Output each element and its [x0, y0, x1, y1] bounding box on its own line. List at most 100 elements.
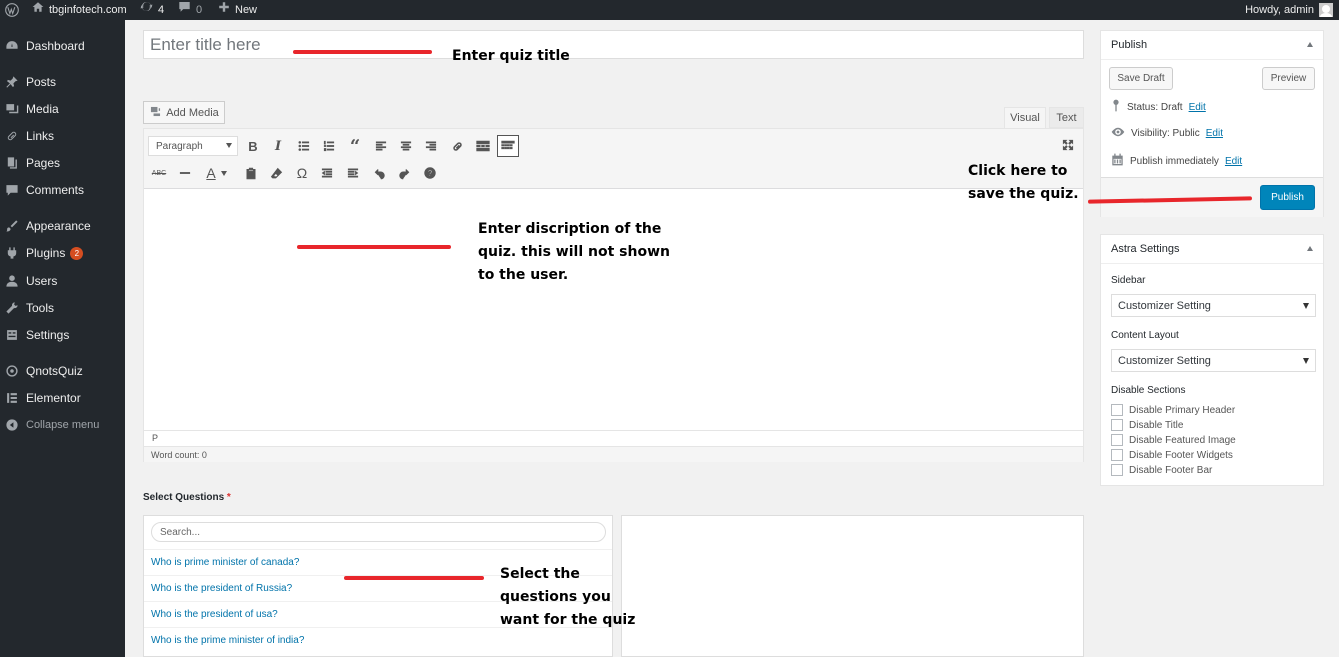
sidebar-item-pages[interactable]: Pages	[0, 150, 125, 176]
format-select-value: Paragraph	[156, 140, 203, 152]
edit-visibility-link[interactable]: Edit	[1206, 128, 1223, 139]
svg-text:?: ?	[428, 169, 433, 178]
sidebar-setting-label: Sidebar	[1111, 275, 1146, 286]
edit-status-link[interactable]: Edit	[1189, 102, 1206, 113]
sidebar-item-links[interactable]: Links	[0, 123, 125, 149]
help-icon[interactable]: ?	[419, 162, 441, 184]
checkbox[interactable]	[1111, 449, 1123, 461]
sidebar-item-label: Pages	[26, 156, 61, 170]
fullscreen-icon[interactable]	[1057, 134, 1079, 156]
save-draft-button[interactable]: Save Draft	[1109, 67, 1173, 90]
visibility-row: Visibility: Public Edit	[1111, 127, 1223, 140]
updates-link[interactable]: 4	[140, 0, 164, 20]
annotation-title: Enter quiz title	[452, 48, 570, 64]
blockquote-icon[interactable]: “	[344, 135, 366, 157]
sidebar-item-posts[interactable]: Posts	[0, 69, 125, 95]
question-search-input[interactable]	[151, 522, 606, 542]
sidebar-item-users[interactable]: Users	[0, 268, 125, 294]
tab-text[interactable]: Text	[1049, 107, 1084, 128]
eye-icon	[1111, 127, 1125, 140]
sidebar-item-settings[interactable]: Settings	[0, 322, 125, 348]
read-more-icon[interactable]	[472, 135, 494, 157]
italic-icon[interactable]: I	[267, 135, 289, 157]
disable-footer-widgets-option[interactable]: Disable Footer Widgets	[1111, 449, 1233, 461]
word-count: Word count: 0	[144, 446, 1083, 462]
checkbox[interactable]	[1111, 434, 1123, 446]
sidebar-item-qnotsquiz[interactable]: QnotsQuiz	[0, 358, 125, 384]
insert-link-icon[interactable]	[446, 135, 468, 157]
sidebar-item-dashboard[interactable]: Dashboard	[0, 33, 125, 59]
annotation-description-line: to the user.	[478, 267, 569, 283]
chevron-down-icon[interactable]	[218, 162, 230, 184]
publish-metabox-header[interactable]: Publish	[1101, 31, 1323, 60]
updates-count: 4	[158, 4, 165, 16]
site-name-link[interactable]: tbginfotech.com	[32, 0, 127, 20]
annotation-questions: Select the questions you want for the qu…	[500, 563, 635, 632]
checkbox[interactable]	[1111, 419, 1123, 431]
indent-icon[interactable]	[342, 162, 364, 184]
new-content-link[interactable]: New	[218, 0, 257, 20]
sidebar-item-appearance[interactable]: Appearance	[0, 213, 125, 239]
annotation-underline-questions	[344, 576, 484, 580]
checkbox[interactable]	[1111, 464, 1123, 476]
clear-formatting-icon[interactable]	[265, 162, 287, 184]
paste-as-text-icon[interactable]	[240, 162, 262, 184]
brush-icon	[5, 219, 19, 233]
tab-visual[interactable]: Visual	[1004, 107, 1046, 128]
disable-title-option[interactable]: Disable Title	[1111, 419, 1183, 431]
horizontal-line-icon[interactable]	[174, 162, 196, 184]
content-layout-select[interactable]: Customizer Setting	[1111, 349, 1316, 372]
disable-sections-label: Disable Sections	[1111, 385, 1186, 396]
chevron-up-icon[interactable]	[1307, 246, 1313, 251]
bold-icon[interactable]: B	[242, 135, 264, 157]
annotation-description-line: Enter discription of the	[478, 221, 662, 237]
pages-icon	[5, 156, 19, 170]
select-questions-label: Select Questions *	[143, 492, 231, 503]
my-account-link[interactable]: Howdy, admin	[1245, 0, 1333, 20]
preview-button[interactable]: Preview	[1262, 67, 1315, 90]
title-input[interactable]	[143, 30, 1084, 59]
comments-link[interactable]: 0	[178, 0, 202, 20]
publish-metabox: Publish Save Draft Preview Status: Draft…	[1100, 30, 1324, 217]
content-layout-value: Customizer Setting	[1118, 354, 1211, 367]
sidebar-item-plugins[interactable]: Plugins 2	[0, 240, 125, 266]
checkbox[interactable]	[1111, 404, 1123, 416]
sidebar-item-media[interactable]: Media	[0, 96, 125, 122]
schedule-row: Publish immediately Edit	[1111, 153, 1242, 169]
toolbar-toggle-icon[interactable]	[497, 135, 519, 157]
astra-metabox-header[interactable]: Astra Settings	[1101, 235, 1323, 264]
align-center-icon[interactable]	[395, 135, 417, 157]
updates-icon	[140, 0, 153, 20]
publish-button[interactable]: Publish	[1260, 185, 1315, 210]
annotation-questions-line: Select the	[500, 566, 580, 582]
undo-icon[interactable]	[368, 162, 390, 184]
sidebar-item-label: Posts	[26, 75, 57, 89]
bullet-list-icon[interactable]	[293, 135, 315, 157]
wordpress-logo-icon[interactable]	[5, 0, 19, 20]
disable-footer-bar-option[interactable]: Disable Footer Bar	[1111, 464, 1212, 476]
edit-schedule-link[interactable]: Edit	[1225, 156, 1242, 167]
annotation-save: Click here to save the quiz.	[968, 160, 1079, 206]
format-select[interactable]: Paragraph	[148, 136, 238, 156]
outdent-icon[interactable]	[316, 162, 338, 184]
numbered-list-icon[interactable]	[318, 135, 340, 157]
sidebar-setting-select[interactable]: Customizer Setting	[1111, 294, 1316, 317]
sidebar-item-tools[interactable]: Tools	[0, 295, 125, 321]
disable-featured-image-option[interactable]: Disable Featured Image	[1111, 434, 1236, 446]
add-media-button[interactable]: Add Media	[143, 101, 225, 124]
redo-icon[interactable]	[393, 162, 415, 184]
special-character-icon[interactable]: Ω	[291, 162, 313, 184]
align-right-icon[interactable]	[420, 135, 442, 157]
align-left-icon[interactable]	[370, 135, 392, 157]
add-media-icon	[149, 105, 162, 121]
strikethrough-icon[interactable]: ABC	[148, 162, 170, 184]
checkbox-label: Disable Featured Image	[1129, 434, 1236, 446]
annotation-underline-title	[293, 50, 432, 54]
sidebar-item-comments[interactable]: Comments	[0, 177, 125, 203]
status-row: Status: Draft Edit	[1111, 99, 1206, 115]
disable-primary-header-option[interactable]: Disable Primary Header	[1111, 404, 1235, 416]
sidebar-item-elementor[interactable]: Elementor	[0, 385, 125, 411]
collapse-menu-button[interactable]: Collapse menu	[0, 412, 125, 438]
chevron-up-icon[interactable]	[1307, 42, 1313, 47]
elementor-icon	[5, 391, 19, 405]
